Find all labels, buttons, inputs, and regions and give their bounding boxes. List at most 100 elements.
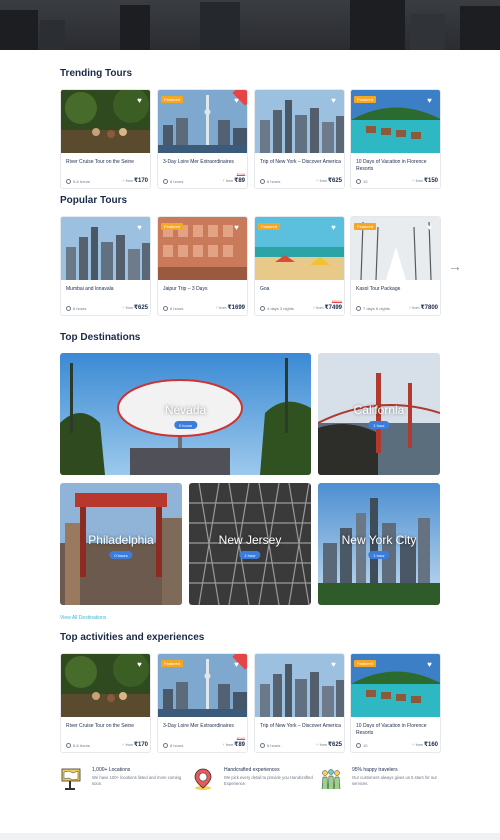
building-shape <box>0 10 38 50</box>
bolt-icon: ⚡ <box>222 742 225 747</box>
destination-duration-badge: 1 hour <box>368 421 390 429</box>
tour-card[interactable]: Featured ♥ 10 Days of Vacation in Florence… <box>350 653 441 753</box>
heart-icon[interactable]: ♥ <box>135 96 144 105</box>
heart-icon[interactable]: ♥ <box>329 96 338 105</box>
clock-icon <box>356 743 361 748</box>
building-shape <box>120 5 150 50</box>
heart-icon[interactable]: ♥ <box>135 660 144 669</box>
tour-price: ⚡from₹7499 <box>312 305 342 311</box>
featured-badge: Featured <box>161 660 184 667</box>
tour-card[interactable]: ♥ Mumbai and lonavala 6 hours ⚡from₹625 <box>60 216 151 316</box>
tour-title[interactable]: 10 Days of Vacation in Florence Resorts <box>356 159 438 172</box>
destination-card-new-jersey[interactable]: New Jersey 1 hour <box>189 483 311 605</box>
tour-card[interactable]: Featured ♥ Jaipur Trip – 3 Days 6 hours ⚡fro… <box>157 216 248 316</box>
bolt-icon: ⚡ <box>411 178 415 183</box>
feature-title: Handcrafted experiences <box>224 767 280 773</box>
view-all-destinations-link[interactable]: View All Destinations <box>60 615 106 621</box>
destination-card-california[interactable]: California 1 hour <box>318 353 440 475</box>
heart-icon[interactable]: ♥ <box>232 223 241 232</box>
clock-icon <box>66 179 71 184</box>
destination-name: Philadelphia <box>88 533 154 547</box>
heart-icon[interactable]: ♥ <box>425 223 434 232</box>
section-title-popular: Popular Tours <box>60 195 128 206</box>
tour-meta: 6 hours ⚡from₹625 <box>260 738 342 748</box>
clock-icon <box>260 306 265 311</box>
tour-title[interactable]: Trip of New York – Discover America <box>260 723 342 730</box>
tour-title[interactable]: Kasol Tour Package <box>356 286 438 293</box>
tour-duration: 7 days 6 nights <box>356 306 390 311</box>
destination-duration-badge: 1 hour <box>239 551 261 559</box>
tour-meta: 10 ⚡from₹150 <box>356 174 438 184</box>
bolt-icon: ⚡ <box>312 305 316 310</box>
tour-price: ⚡from₹170 <box>121 178 148 184</box>
tour-duration: 10 <box>356 179 367 184</box>
tour-card[interactable]: ♥ Trip of New York – Discover America 6 ho… <box>254 89 345 189</box>
heart-icon[interactable]: ♥ <box>135 223 144 232</box>
tour-meta: 6 hours ⚡from₹625 <box>66 301 148 311</box>
section-title-trending: Trending Tours <box>60 68 133 79</box>
happy-travelers-icon <box>321 769 341 790</box>
tour-price: ⚡from₹625 <box>315 178 342 184</box>
heart-icon[interactable]: ♥ <box>329 660 338 669</box>
bolt-icon: ⚡ <box>315 742 319 747</box>
tour-title[interactable]: Trip of New York – Discover America <box>260 159 342 166</box>
destination-card-nevada[interactable]: Nevada 0 hours <box>60 353 311 475</box>
arrow-right-icon[interactable]: → <box>448 258 462 274</box>
featured-badge: Featured <box>354 660 377 667</box>
from-label: from <box>225 179 234 183</box>
building-shape <box>200 2 240 50</box>
feature-title: 95% happy travelers <box>352 767 398 773</box>
feature-title: 1,000+ Locations <box>92 767 131 773</box>
tour-duration: 8 hours <box>163 179 183 184</box>
tour-duration: 6 hours <box>66 306 86 311</box>
tour-card[interactable]: Featured ♥ 10 Days of Vacation in Florence… <box>350 89 441 189</box>
from-label: from <box>125 743 133 747</box>
tour-price: ⚡from₹150 <box>411 178 438 184</box>
tour-card[interactable]: Featured ♥ Goa 4 days 3 nights ₹8000 ⚡from₹74… <box>254 216 345 316</box>
from-label: from <box>319 743 327 747</box>
tour-price: ⚡from₹625 <box>315 742 342 748</box>
tour-card[interactable]: ♥ Trip of New York – Discover America 6 ho… <box>254 653 345 753</box>
tour-title[interactable]: 10 Days of Vacation in Florence Resorts <box>356 723 438 736</box>
featured-badge: Featured <box>161 223 184 230</box>
tour-title[interactable]: River Cruise Tour on the Seine <box>66 159 148 166</box>
tour-title[interactable]: 3-Day Loire Mer Extraordinaires <box>163 723 245 730</box>
destination-card-philadelphia[interactable]: Philadelphia 0 hours <box>60 483 182 605</box>
destination-name: New York City <box>341 533 417 547</box>
heart-icon[interactable]: ♥ <box>425 660 434 669</box>
destination-duration-badge: 0 hours <box>173 421 198 429</box>
tour-card[interactable]: Featured ♥ 3-Day Loire Mer Extraordinaires… <box>157 89 248 189</box>
from-label: from <box>412 306 420 310</box>
tour-duration: 5-6 hours <box>66 179 90 184</box>
tour-title[interactable]: River Cruise Tour on the Seine <box>66 723 148 730</box>
heart-icon[interactable]: ♥ <box>232 660 241 669</box>
tour-duration: 6 hours <box>163 306 183 311</box>
tour-card[interactable]: ♥ River Cruise Tour on the Seine 5-6 hours… <box>60 89 151 189</box>
tour-meta: 5-6 hours ⚡from₹170 <box>66 174 148 184</box>
tour-price: ⚡from₹1699 <box>215 305 245 311</box>
featured-badge: Featured <box>258 223 281 230</box>
tour-card[interactable]: Featured ♥ 3-Day Loire Mer Extraordinaires… <box>157 653 248 753</box>
tour-meta: 7 days 6 nights ⚡from₹7800 <box>356 301 438 311</box>
section-title-activities: Top activities and experiences <box>60 632 205 643</box>
from-label: from <box>415 179 423 183</box>
heart-icon[interactable]: ♥ <box>425 96 434 105</box>
tour-title[interactable]: Mumbai and lonavala <box>66 286 148 293</box>
clock-icon <box>260 743 265 748</box>
building-shape <box>350 0 405 50</box>
tour-title[interactable]: Goa <box>260 286 342 293</box>
tour-card[interactable]: Featured ♥ Kasol Tour Package 7 days 6 nigh… <box>350 216 441 316</box>
heart-icon[interactable]: ♥ <box>232 96 241 105</box>
heart-icon[interactable]: ♥ <box>329 223 338 232</box>
tour-meta: 8 hours ₹100 ⚡from₹89 <box>163 173 245 184</box>
tour-card[interactable]: ♥ River Cruise Tour on the Seine 5-6 hours… <box>60 653 151 753</box>
tour-title[interactable]: 3-Day Loire Mer Extraordinaires <box>163 159 245 166</box>
clock-icon <box>163 179 168 184</box>
building-shape <box>460 6 500 50</box>
tour-meta: 10 ⚡from₹160 <box>356 738 438 748</box>
tour-price: ⚡from₹89 <box>222 742 245 748</box>
bolt-icon: ⚡ <box>121 178 125 183</box>
tour-title[interactable]: Jaipur Trip – 3 Days <box>163 286 245 293</box>
clock-icon <box>356 306 361 311</box>
destination-card-new-york-city[interactable]: New York City 1 hour <box>318 483 440 605</box>
